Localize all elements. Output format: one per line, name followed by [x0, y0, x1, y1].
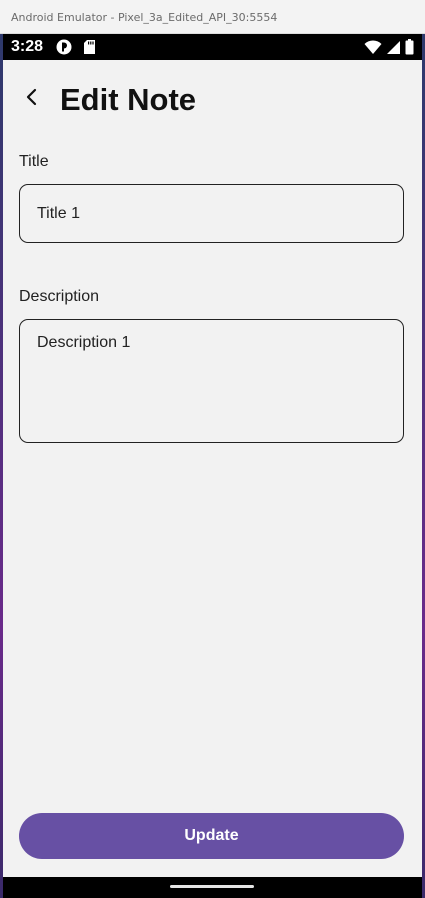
cell-signal-icon: [386, 40, 401, 60]
window-title: Android Emulator - Pixel_3a_Edited_API_3…: [11, 11, 278, 24]
update-button[interactable]: Update: [19, 813, 404, 859]
description-input-value: Description 1: [37, 334, 131, 351]
title-input-value: Title 1: [37, 204, 80, 222]
title-label: Title: [19, 153, 49, 170]
sd-card-icon: [83, 39, 96, 60]
phone-frame: 3:28 Edit Note Title Title 1 Description…: [3, 34, 422, 898]
status-bar: 3:28: [3, 34, 422, 60]
wifi-icon: [364, 39, 382, 60]
window-titlebar: Android Emulator - Pixel_3a_Edited_API_3…: [0, 0, 425, 34]
status-time: 3:28: [11, 38, 44, 55]
back-arrow-icon: [25, 88, 39, 111]
title-input[interactable]: Title 1: [19, 184, 404, 243]
emulator-window: Android Emulator - Pixel_3a_Edited_API_3…: [0, 0, 425, 898]
navigation-bar: [3, 877, 422, 898]
page-title: Edit Note: [60, 82, 197, 117]
battery-icon: [405, 39, 414, 60]
edit-note-screen: Edit Note Title Title 1 Description Desc…: [3, 60, 422, 877]
app-notification-icon: [56, 39, 72, 60]
back-button[interactable]: [17, 84, 47, 114]
home-gesture-handle[interactable]: [170, 885, 254, 888]
description-input[interactable]: Description 1: [19, 319, 404, 443]
description-label: Description: [19, 288, 100, 305]
update-button-label: Update: [184, 827, 239, 844]
